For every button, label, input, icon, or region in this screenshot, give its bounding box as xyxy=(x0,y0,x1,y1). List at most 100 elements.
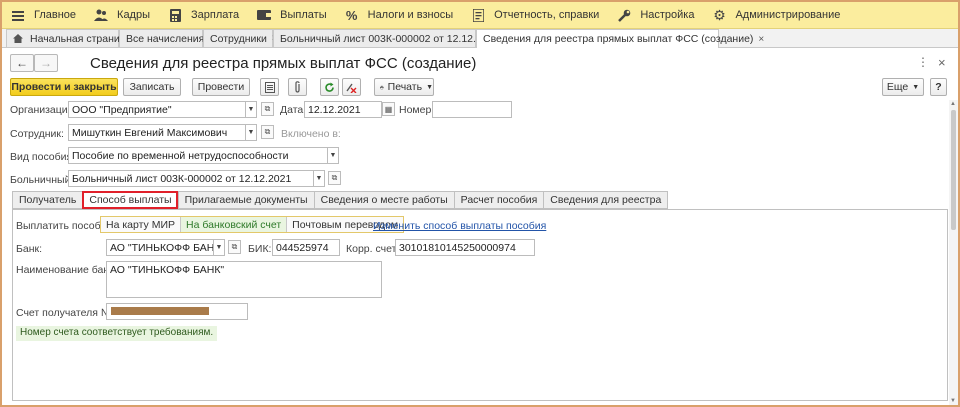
tab-recipient[interactable]: Получатель xyxy=(12,191,83,209)
calendar-icon[interactable]: ▦ xyxy=(382,102,395,116)
benefit-type-label: Вид пособия: xyxy=(10,151,76,163)
tab-attached-documents[interactable]: Прилагаемые документы xyxy=(177,191,314,209)
menu-item-label: Администрирование xyxy=(735,9,841,21)
tab-home[interactable]: Начальная страница xyxy=(6,29,132,47)
bank-dropdown[interactable]: ▼ xyxy=(214,239,225,256)
corr-account-label: Корр. счет: xyxy=(346,243,400,255)
menu-item-label: Кадры xyxy=(117,9,150,21)
more-menu-icon[interactable]: ⋮ xyxy=(917,55,929,69)
refresh-button[interactable] xyxy=(320,78,339,96)
tab-employees[interactable]: Сотрудники × xyxy=(203,29,278,47)
print-button[interactable]: Печать ▼ xyxy=(374,78,434,96)
document-list-button[interactable] xyxy=(260,78,279,96)
tab-label: Начальная страница xyxy=(30,32,132,45)
employee-open-icon[interactable]: ⧉ xyxy=(261,125,274,139)
save-button[interactable]: Записать xyxy=(123,78,181,96)
menu-item-hr[interactable]: Кадры xyxy=(85,2,159,29)
clear-icon xyxy=(346,83,357,93)
menu-item-label: Налоги и взносы xyxy=(367,9,454,21)
report-icon xyxy=(471,8,485,22)
change-payment-method-link[interactable]: Изменить способ выплаты пособия xyxy=(373,220,546,232)
print-label: Печать xyxy=(387,81,423,93)
tab-registry-info[interactable]: Сведения для реестра xyxy=(543,191,669,209)
list-icon xyxy=(264,81,275,93)
number-field[interactable] xyxy=(432,101,512,118)
tab-payment-method[interactable]: Способ выплаты xyxy=(82,191,178,209)
menu-item-label: Главное xyxy=(34,9,77,21)
calculator-icon xyxy=(168,8,182,22)
back-button[interactable]: ← xyxy=(10,54,34,72)
method-bank-account[interactable]: На банковский счет xyxy=(181,217,288,232)
organization-dropdown[interactable]: ▼ xyxy=(246,101,257,118)
employee-dropdown[interactable]: ▼ xyxy=(246,124,257,141)
bank-name-field[interactable]: АО "ТИНЬКОФФ БАНК" xyxy=(106,261,382,298)
tab-workplace-info[interactable]: Сведения о месте работы xyxy=(313,191,454,209)
sick-leave-open-icon[interactable]: ⧉ xyxy=(328,171,341,185)
bank-label: Банк: xyxy=(16,243,43,255)
method-mir-card[interactable]: На карту МИР xyxy=(101,217,182,232)
bank-field[interactable]: АО "ТИНЬКОФФ БАНК" xyxy=(106,239,214,256)
people-icon xyxy=(94,8,109,22)
menu-item-settings[interactable]: Настройка xyxy=(608,2,703,29)
chevron-down-icon: ▼ xyxy=(426,83,433,91)
post-button[interactable]: Провести xyxy=(192,78,250,96)
menu-item-reports[interactable]: Отчетность, справки xyxy=(462,2,608,29)
gear-icon: ⚙ xyxy=(713,6,726,23)
page-title: Сведения для реестра прямых выплат ФСС (… xyxy=(90,55,477,72)
printer-icon xyxy=(380,85,384,89)
menu-item-salary[interactable]: Зарплата xyxy=(159,2,248,29)
main-menu-bar: Главное Кадры Зарплата Выплаты % Налоги … xyxy=(2,2,958,29)
vertical-scrollbar[interactable]: ▲ ▼ xyxy=(949,100,958,405)
benefit-type-dropdown[interactable]: ▼ xyxy=(328,147,339,164)
organization-field[interactable]: ООО "Предприятие" xyxy=(68,101,246,118)
help-button[interactable]: ? xyxy=(930,78,947,96)
chevron-down-icon: ▼ xyxy=(912,83,920,91)
date-field[interactable]: 12.12.2021 xyxy=(304,101,382,118)
menu-item-label: Зарплата xyxy=(191,9,240,21)
attach-button[interactable] xyxy=(288,78,307,96)
close-window-icon[interactable]: × xyxy=(938,55,946,70)
corr-account-field[interactable]: 30101810145250000974 xyxy=(395,239,535,256)
hamburger-icon xyxy=(11,8,25,22)
close-icon[interactable]: × xyxy=(758,34,764,45)
sick-leave-dropdown[interactable]: ▼ xyxy=(314,170,325,187)
arrow-left-icon: ← xyxy=(16,56,28,70)
percent-icon: % xyxy=(345,7,358,23)
more-label: Еще xyxy=(886,81,909,93)
paperclip-icon xyxy=(295,81,300,93)
clear-button[interactable] xyxy=(342,78,361,96)
organization-open-icon[interactable]: ⧉ xyxy=(261,102,274,116)
sick-leave-label: Больничный: xyxy=(10,174,74,186)
more-button[interactable]: Еще ▼ xyxy=(882,78,924,96)
tab-benefit-calculation[interactable]: Расчет пособия xyxy=(453,191,544,209)
employee-field[interactable]: Мишуткин Евгений Максимович xyxy=(68,124,246,141)
forward-button[interactable]: → xyxy=(34,54,58,72)
tab-all-accruals[interactable]: Все начисления × xyxy=(119,29,215,47)
post-and-close-button[interactable]: Провести и закрыть xyxy=(10,78,118,96)
tab-sick-leave[interactable]: Больничный лист 003К-000002 от 12.12.202… xyxy=(273,29,510,47)
bank-open-icon[interactable]: ⧉ xyxy=(228,240,241,254)
tab-label: Сотрудники xyxy=(210,32,267,45)
menu-item-label: Настройка xyxy=(640,9,695,21)
bik-field[interactable]: 044525974 xyxy=(272,239,340,256)
included-label: Включено в: xyxy=(281,128,341,140)
sick-leave-field[interactable]: Больничный лист 003К-000002 от 12.12.202… xyxy=(68,170,314,187)
employee-label: Сотрудник: xyxy=(10,128,64,140)
menu-item-payments[interactable]: Выплаты xyxy=(248,2,335,29)
window-tab-bar: Начальная страница Все начисления × Сотр… xyxy=(2,29,958,48)
menu-item-label: Выплаты xyxy=(280,9,327,21)
scrollbar-thumb[interactable] xyxy=(951,110,956,230)
arrow-right-icon: → xyxy=(40,56,52,70)
payment-method-selector: На карту МИР На банковский счет Почтовым… xyxy=(100,216,405,233)
bik-label: БИК: xyxy=(248,243,272,255)
menu-item-main[interactable]: Главное xyxy=(2,2,85,29)
app-window: Главное Кадры Зарплата Выплаты % Налоги … xyxy=(0,0,960,407)
scroll-down-icon[interactable]: ▼ xyxy=(950,398,956,404)
scroll-up-icon[interactable]: ▲ xyxy=(950,101,956,107)
benefit-type-field[interactable]: Пособие по временной нетрудоспособности xyxy=(68,147,328,164)
menu-item-taxes[interactable]: % Налоги и взносы xyxy=(336,2,463,29)
tab-fss-registry[interactable]: Сведения для реестра прямых выплат ФСС (… xyxy=(476,29,764,48)
number-label: Номер: xyxy=(399,104,435,116)
menu-item-admin[interactable]: ⚙ Администрирование xyxy=(703,2,849,29)
organization-label: Организация: xyxy=(10,104,77,116)
